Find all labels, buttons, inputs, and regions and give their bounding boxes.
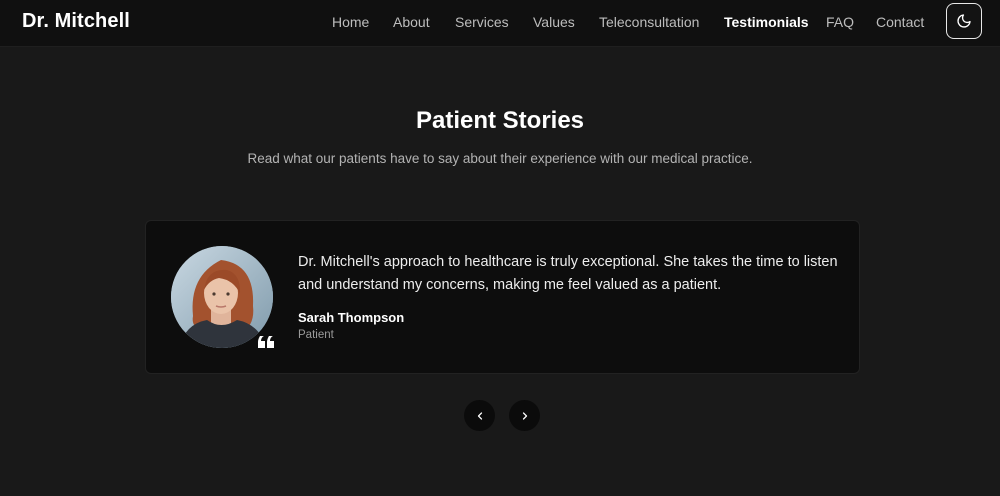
nav-faq[interactable]: FAQ [826,14,854,30]
chevron-right-icon [522,411,527,420]
testimonial-author: Sarah Thompson [298,310,405,325]
moon-icon [957,14,971,28]
testimonial-card: Dr. Mitchell's approach to healthcare is… [145,220,860,374]
nav-testimonials[interactable]: Testimonials [724,14,809,30]
nav-teleconsultation[interactable]: Teleconsultation [599,14,699,30]
nav-about[interactable]: About [393,14,430,30]
testimonial-role: Patient [298,329,334,341]
chevron-left-icon [477,411,482,420]
prev-button[interactable] [464,400,495,431]
nav-services[interactable]: Services [455,14,509,30]
brand-logo[interactable]: Dr. Mitchell [22,10,130,33]
quote-icon [258,336,274,348]
site-header: Dr. Mitchell Home About Services Values … [0,0,1000,47]
nav-contact[interactable]: Contact [876,14,924,30]
section-subtitle: Read what our patients have to say about… [247,151,753,166]
theme-toggle-button[interactable] [946,3,982,39]
nav-home[interactable]: Home [332,14,369,30]
testimonial-quote: Dr. Mitchell's approach to healthcare is… [298,254,838,293]
section-title: Patient Stories [415,107,585,134]
nav-values[interactable]: Values [533,14,575,30]
next-button[interactable] [509,400,540,431]
